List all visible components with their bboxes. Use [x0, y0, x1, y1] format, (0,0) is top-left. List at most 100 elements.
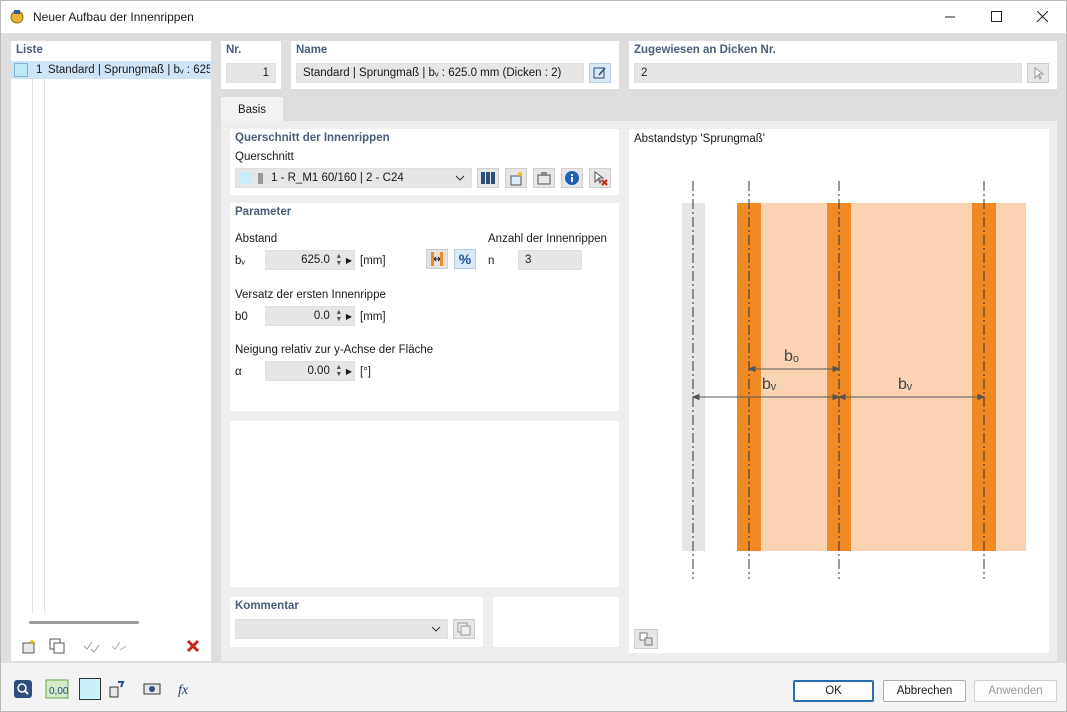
tree-line — [32, 79, 33, 614]
b0-symbol: b0 — [235, 311, 248, 323]
tab-basis[interactable]: Basis — [221, 97, 283, 123]
count-label: Anzahl der Innenrippen — [488, 233, 607, 245]
delete-icon — [186, 639, 200, 653]
copy-icon — [49, 638, 65, 654]
display-icon — [109, 681, 125, 698]
pick-icon — [594, 171, 608, 186]
library-button[interactable] — [477, 168, 499, 188]
diagram-panel: Abstandstyp 'Sprungmaß' bₒ bᵥ bᵥ — [629, 129, 1049, 653]
assigned-field[interactable]: 2 — [634, 63, 1022, 83]
edit-section-button[interactable] — [533, 168, 555, 188]
bv-unit: [mm] — [360, 255, 386, 267]
pick-button[interactable] — [1027, 63, 1049, 83]
tab-content: Querschnitt der Innenrippen Querschnitt … — [221, 121, 1057, 661]
cancel-button[interactable]: Abbrechen — [883, 680, 966, 702]
units-button[interactable]: 0,00 — [45, 678, 69, 700]
color-button[interactable] — [79, 678, 101, 700]
alpha-symbol: α — [235, 366, 242, 378]
comment-side-panel — [493, 597, 619, 647]
bv-symbol: bᵥ — [235, 255, 246, 267]
diagram-options-button[interactable] — [634, 629, 658, 649]
check-icon — [83, 641, 100, 653]
apply-button[interactable]: Anwenden — [974, 680, 1057, 702]
bv-input[interactable]: 625.0 ▲ ▼ ▶ — [265, 250, 355, 270]
close-icon — [1036, 11, 1048, 22]
comment-panel: Kommentar — [230, 597, 483, 647]
pick-section-button[interactable] — [589, 168, 611, 188]
info-button[interactable] — [561, 168, 583, 188]
color-swatch — [14, 63, 28, 77]
tab-label: Basis — [237, 104, 267, 116]
new-item-button[interactable] — [17, 635, 41, 657]
list-header: Liste — [16, 44, 43, 56]
percent-button[interactable]: % — [454, 249, 476, 269]
n-symbol: n — [488, 255, 495, 267]
copy-item-button[interactable] — [45, 635, 69, 657]
alpha-value: 0.00 — [307, 365, 330, 377]
tilt-label: Neigung relativ zur y-Achse der Fläche — [235, 344, 434, 356]
cross-section-select[interactable]: 1 - R_M1 60/160 | 2 - C24 — [235, 168, 472, 188]
formula-icon: fx — [178, 683, 189, 698]
cross-section-header: Querschnitt der Innenrippen — [235, 132, 390, 144]
cross-section-label: Querschnitt — [235, 151, 294, 163]
comment-select[interactable] — [235, 619, 448, 639]
app-icon — [9, 8, 25, 24]
help-button[interactable] — [11, 678, 35, 700]
delete-button[interactable] — [181, 635, 205, 657]
edit-name-button[interactable] — [589, 63, 611, 83]
name-header: Name — [296, 44, 328, 56]
maximize-button[interactable] — [973, 1, 1019, 32]
new-section-button[interactable] — [505, 168, 527, 188]
alpha-unit: [°] — [360, 366, 371, 378]
alpha-input[interactable]: 0.00 ▲ ▼ ▶ — [265, 361, 355, 381]
b0-input[interactable]: 0.0 ▲ ▼ ▶ — [265, 306, 355, 326]
chevron-down-icon — [431, 624, 441, 637]
edit-section-icon — [537, 172, 551, 185]
library-icon — [481, 172, 495, 184]
list-panel: Liste 1 Standard | Sprungmaß | bᵥ : 625 — [11, 41, 211, 661]
label-bv-2: bᵥ — [898, 376, 913, 393]
spinner[interactable]: ▲ ▼ — [334, 253, 344, 267]
spinner[interactable]: ▲ ▼ — [334, 309, 344, 323]
parameters-header: Parameter — [235, 206, 292, 218]
svg-text:0,00: 0,00 — [49, 686, 69, 697]
window-title: Neuer Aufbau der Innenrippen — [33, 10, 194, 24]
name-field[interactable]: Standard | Sprungmaß | bᵥ : 625.0 mm (Di… — [296, 63, 584, 83]
spacing-icon — [431, 252, 443, 266]
cross-section-value: 1 - R_M1 60/160 | 2 - C24 — [271, 172, 404, 184]
view-button[interactable] — [140, 678, 164, 700]
svg-text:fx: fx — [178, 683, 189, 698]
title-bar: Neuer Aufbau der Innenrippen — [1, 1, 1066, 33]
minimize-button[interactable] — [927, 1, 973, 32]
caret-right-icon[interactable]: ▶ — [346, 367, 352, 376]
formula-button[interactable]: fx — [174, 678, 198, 700]
check-all-button[interactable] — [79, 635, 103, 657]
edit-icon — [593, 67, 606, 79]
bv-value: 625.0 — [301, 254, 330, 266]
ok-button[interactable]: OK — [793, 680, 874, 702]
list-item-nr: 1 — [36, 64, 43, 76]
close-button[interactable] — [1019, 1, 1065, 32]
label-bo: bₒ — [784, 348, 799, 365]
scrollbar[interactable] — [29, 621, 139, 624]
display-button[interactable] — [106, 678, 130, 700]
spacing-mode-button[interactable] — [426, 249, 448, 269]
decimal-icon: 0,00 — [45, 679, 69, 699]
nr-panel: Nr. 1 — [221, 41, 281, 89]
bottom-bar: 0,00 fx OK Abbrechen Anwenden — [1, 663, 1066, 711]
spinner[interactable]: ▲ ▼ — [334, 364, 344, 378]
comment-copy-button[interactable] — [453, 619, 475, 639]
client-area: Liste 1 Standard | Sprungmaß | bᵥ : 625 — [1, 33, 1066, 663]
n-field: 3 — [518, 250, 582, 270]
b0-unit: [mm] — [360, 311, 386, 323]
uncheck-button[interactable] — [107, 635, 131, 657]
material-swatch — [240, 172, 252, 184]
new-icon — [22, 639, 35, 654]
view-options-icon — [639, 632, 653, 646]
maximize-icon — [990, 11, 1002, 22]
caret-right-icon[interactable]: ▶ — [346, 312, 352, 321]
nr-header: Nr. — [226, 44, 242, 56]
caret-right-icon[interactable]: ▶ — [346, 256, 352, 265]
list-item[interactable]: 1 Standard | Sprungmaß | bᵥ : 625 — [11, 61, 211, 79]
info-icon — [565, 171, 579, 185]
